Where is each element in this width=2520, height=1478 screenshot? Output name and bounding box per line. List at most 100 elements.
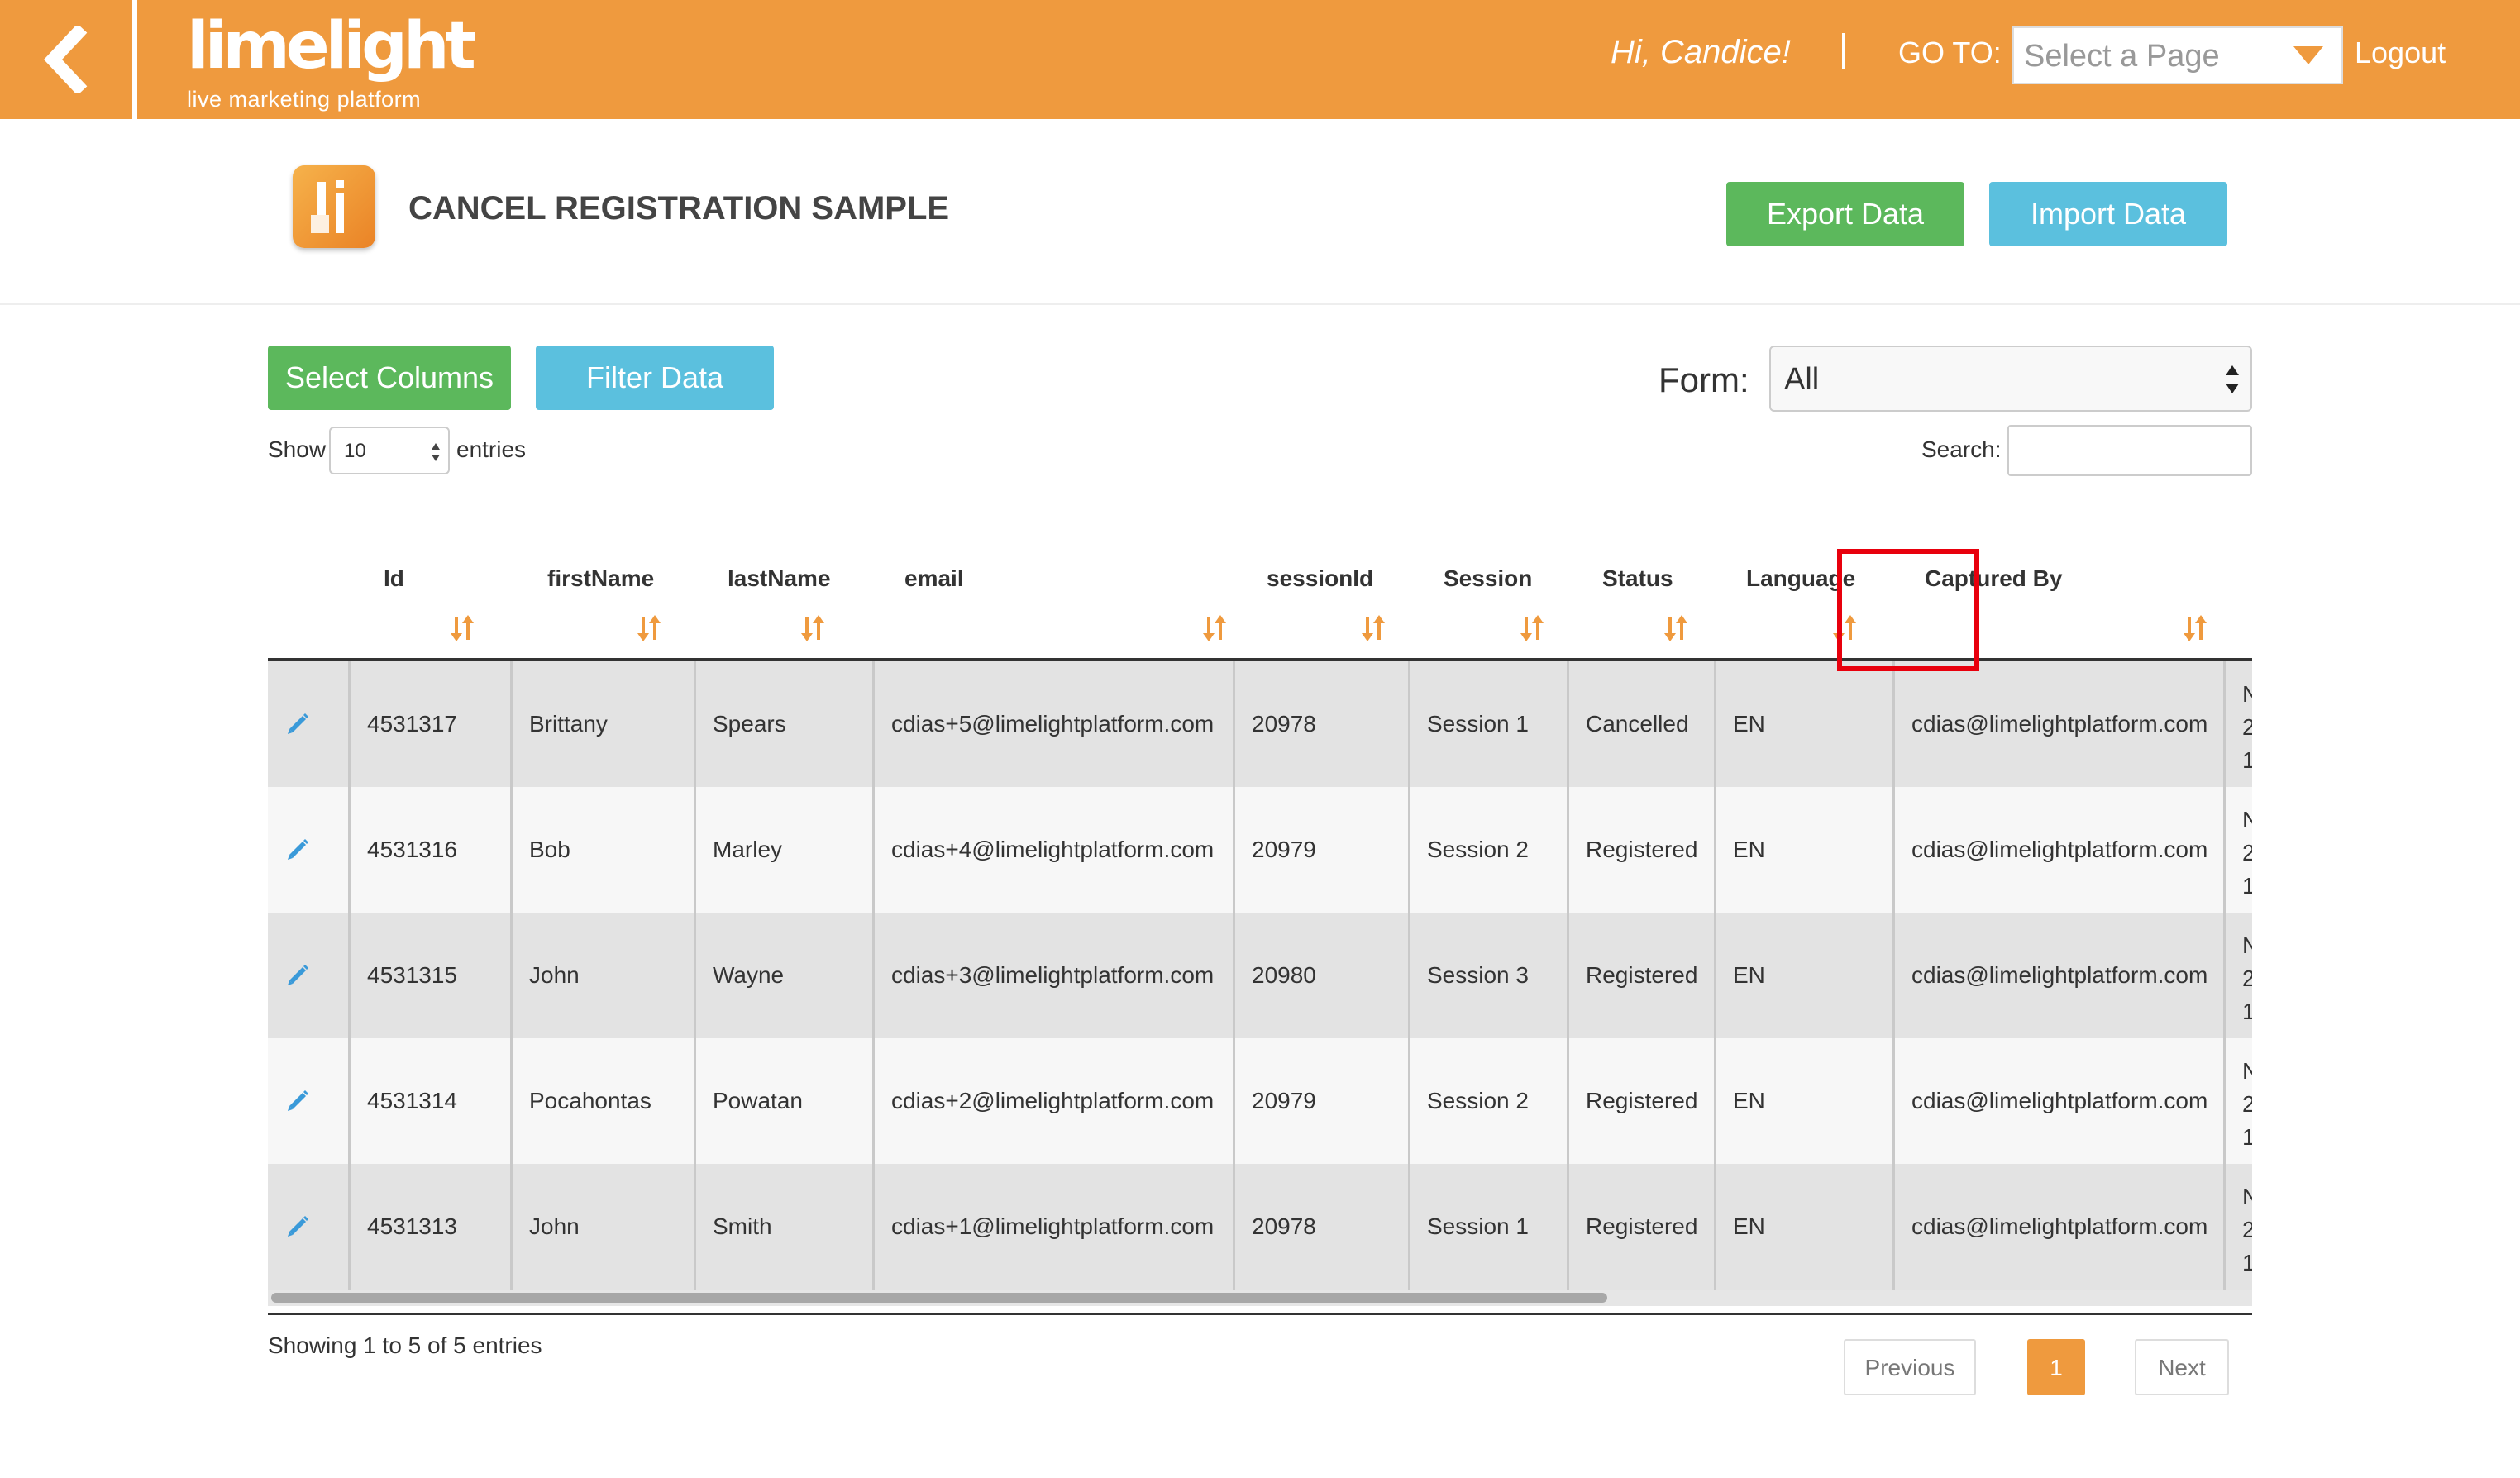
cell-text[interactable]: cdias+4@limelightplatform.com xyxy=(891,835,1214,865)
cell-text: Wayne xyxy=(713,962,785,988)
sort-icon[interactable] xyxy=(2183,613,2207,643)
cell-text: John xyxy=(529,1213,580,1239)
cell-sessionid: 20978 xyxy=(1235,1164,1410,1290)
cell-text[interactable]: cdias@limelightplatform.com xyxy=(1911,1086,2207,1116)
sort-icon[interactable] xyxy=(637,613,661,643)
column-header-label: Status xyxy=(1602,565,1673,591)
cell-email: cdias+3@limelightplatform.com xyxy=(875,913,1235,1038)
cell-email: cdias+4@limelightplatform.com xyxy=(875,787,1235,913)
cell-text[interactable]: cdias@limelightplatform.com xyxy=(1911,835,2207,865)
cell-edit[interactable] xyxy=(268,1164,351,1290)
cell-text[interactable]: cdias@limelightplatform.com xyxy=(1911,709,2207,739)
goto-page-select[interactable]: Select a Page xyxy=(2012,26,2343,84)
column-header-language[interactable]: Language xyxy=(1716,546,1895,661)
column-header-firstname[interactable]: firstName xyxy=(513,546,696,661)
cell-text[interactable]: cdias+2@limelightplatform.com xyxy=(891,1086,1214,1116)
pencil-icon[interactable] xyxy=(284,962,311,989)
column-header-email[interactable]: email xyxy=(875,546,1235,661)
cell-lastname: Marley xyxy=(696,787,875,913)
cell-text-clipped: N 2 1 xyxy=(2242,932,2252,1024)
cell-edit[interactable] xyxy=(268,1038,351,1164)
sort-icon[interactable] xyxy=(450,613,475,643)
show-label: Show xyxy=(268,436,327,462)
column-header-sessionid[interactable]: sessionId xyxy=(1235,546,1410,661)
filter-data-button[interactable]: Filter Data xyxy=(536,346,774,410)
cell-sessionid: 20979 xyxy=(1235,1038,1410,1164)
cell-text: John xyxy=(529,962,580,988)
import-data-button[interactable]: Import Data xyxy=(1989,182,2227,246)
back-button[interactable] xyxy=(0,0,132,119)
table-header: Id firstName lastName email sessionId Session… xyxy=(268,546,2252,661)
select-arrows-icon xyxy=(432,443,440,461)
scrollbar-thumb[interactable] xyxy=(271,1293,1607,1303)
cell-text[interactable]: cdias+5@limelightplatform.com xyxy=(891,709,1214,739)
cell-text: 4531315 xyxy=(367,962,458,988)
cell-text: Bob xyxy=(529,837,570,862)
cell-session: Session 2 xyxy=(1410,1038,1569,1164)
cell-edit[interactable] xyxy=(268,787,351,913)
cell-text[interactable]: cdias+1@limelightplatform.com xyxy=(891,1212,1214,1242)
sort-icon[interactable] xyxy=(800,613,825,643)
cell-edit[interactable] xyxy=(268,913,351,1038)
next-page-button[interactable]: Next xyxy=(2135,1339,2229,1395)
cell-edit[interactable] xyxy=(268,661,351,787)
cell-text: Session 1 xyxy=(1427,711,1529,737)
cell-text[interactable]: cdias@limelightplatform.com xyxy=(1911,961,2207,990)
pencil-icon[interactable] xyxy=(284,1213,311,1240)
pencil-icon[interactable] xyxy=(284,711,311,737)
search-input[interactable] xyxy=(2007,425,2252,476)
entries-per-page-select[interactable]: 10 xyxy=(329,427,450,474)
sort-icon[interactable] xyxy=(1520,613,1544,643)
page-1-button[interactable]: 1 xyxy=(2027,1339,2085,1395)
sort-icon[interactable] xyxy=(1202,613,1227,643)
sort-icon[interactable] xyxy=(1361,613,1386,643)
cell-id: 4531317 xyxy=(351,661,513,787)
cell-firstname: Pocahontas xyxy=(513,1038,696,1164)
form-select[interactable]: All xyxy=(1769,346,2252,412)
select-arrows-icon xyxy=(2226,365,2239,393)
table-row[interactable]: 4531314 Pocahontas Powatan cdias+2@limeligh… xyxy=(268,1038,2252,1164)
sort-icon[interactable] xyxy=(1663,613,1688,643)
column-header-label: Id xyxy=(384,565,404,591)
column-header-status[interactable]: Status xyxy=(1569,546,1716,661)
cell-text: 20980 xyxy=(1252,962,1316,988)
page-title: CANCEL REGISTRATION SAMPLE xyxy=(408,190,950,226)
export-data-button[interactable]: Export Data xyxy=(1726,182,1964,246)
goto-page-placeholder: Select a Page xyxy=(2024,39,2220,74)
column-header-captured-by[interactable]: Captured By xyxy=(1895,546,2226,661)
pencil-icon[interactable] xyxy=(284,1088,311,1114)
cell-text: Cancelled xyxy=(1586,711,1689,737)
cell-email: cdias+2@limelightplatform.com xyxy=(875,1038,1235,1164)
limelight-logo[interactable]: limelight live marketing platform xyxy=(187,9,476,112)
select-columns-button[interactable]: Select Columns xyxy=(268,346,511,410)
search-label: Search: xyxy=(1921,436,2002,462)
cell-firstname: John xyxy=(513,1164,696,1290)
cell-language: EN xyxy=(1716,1038,1895,1164)
previous-page-button[interactable]: Previous xyxy=(1844,1339,1976,1395)
cell-firstname: Brittany xyxy=(513,661,696,787)
column-header-id[interactable]: Id xyxy=(351,546,513,661)
column-header-label: Language xyxy=(1746,565,1856,591)
table-row[interactable]: 4531317 Brittany Spears cdias+5@limelightpl… xyxy=(268,661,2252,787)
entries-label: entries xyxy=(456,436,527,462)
table-row[interactable]: 4531315 John Wayne cdias+3@limelightplatfor… xyxy=(268,913,2252,1038)
cell-text[interactable]: cdias@limelightplatform.com xyxy=(1911,1212,2207,1242)
logo-wordmark: limelight xyxy=(187,9,476,83)
column-header-lastname[interactable]: lastName xyxy=(696,546,875,661)
cell-text-clipped: N 2 1 xyxy=(2242,681,2252,773)
sort-icon[interactable] xyxy=(1832,613,1857,643)
pencil-icon[interactable] xyxy=(284,837,311,863)
cell-text: Session 2 xyxy=(1427,1088,1529,1113)
cell-extra: N 2 1 xyxy=(2226,661,2252,787)
logo-tagline: live marketing platform xyxy=(187,87,422,112)
table-row[interactable]: 4531316 Bob Marley cdias+4@limelightplatfor… xyxy=(268,787,2252,913)
column-header-session[interactable]: Session xyxy=(1410,546,1569,661)
cell-lastname: Spears xyxy=(696,661,875,787)
table-footer-line xyxy=(268,1313,2252,1315)
cell-text[interactable]: cdias+3@limelightplatform.com xyxy=(891,961,1214,990)
table-row[interactable]: 4531313 John Smith cdias+1@limelightplatfor… xyxy=(268,1164,2252,1290)
cell-text: EN xyxy=(1733,1088,1765,1113)
cell-text: EN xyxy=(1733,711,1765,737)
cell-capturedby: cdias@limelightplatform.com xyxy=(1895,787,2226,913)
logout-link[interactable]: Logout xyxy=(2355,33,2446,73)
